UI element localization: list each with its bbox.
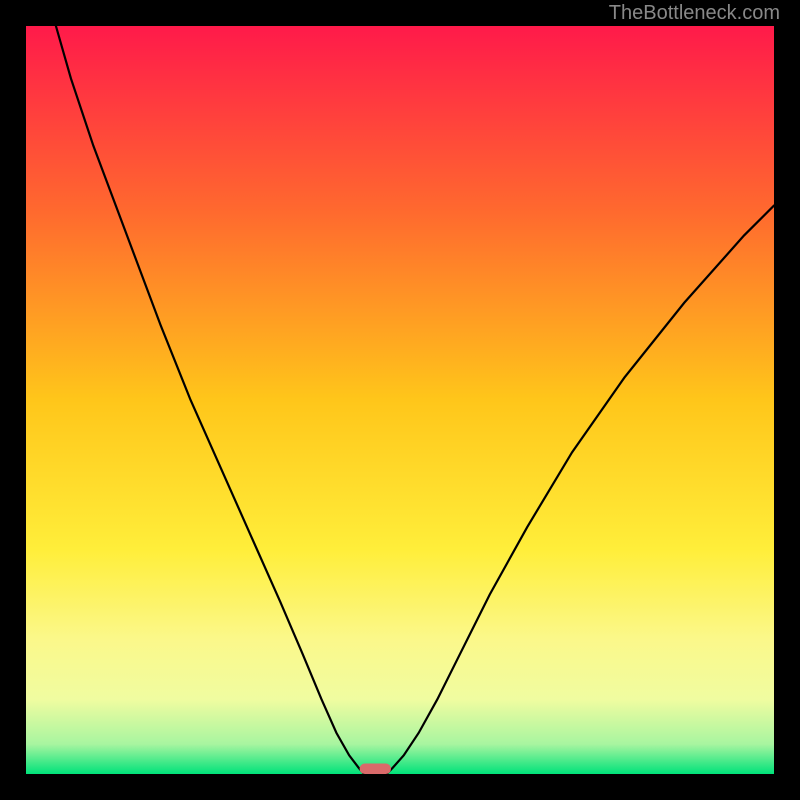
gradient-background (26, 26, 774, 774)
chart-svg (26, 26, 774, 774)
watermark-text: TheBottleneck.com (609, 2, 780, 25)
plot-area (26, 26, 774, 774)
chart-container: TheBottleneck.com (0, 0, 800, 800)
bottleneck-marker (360, 764, 391, 774)
